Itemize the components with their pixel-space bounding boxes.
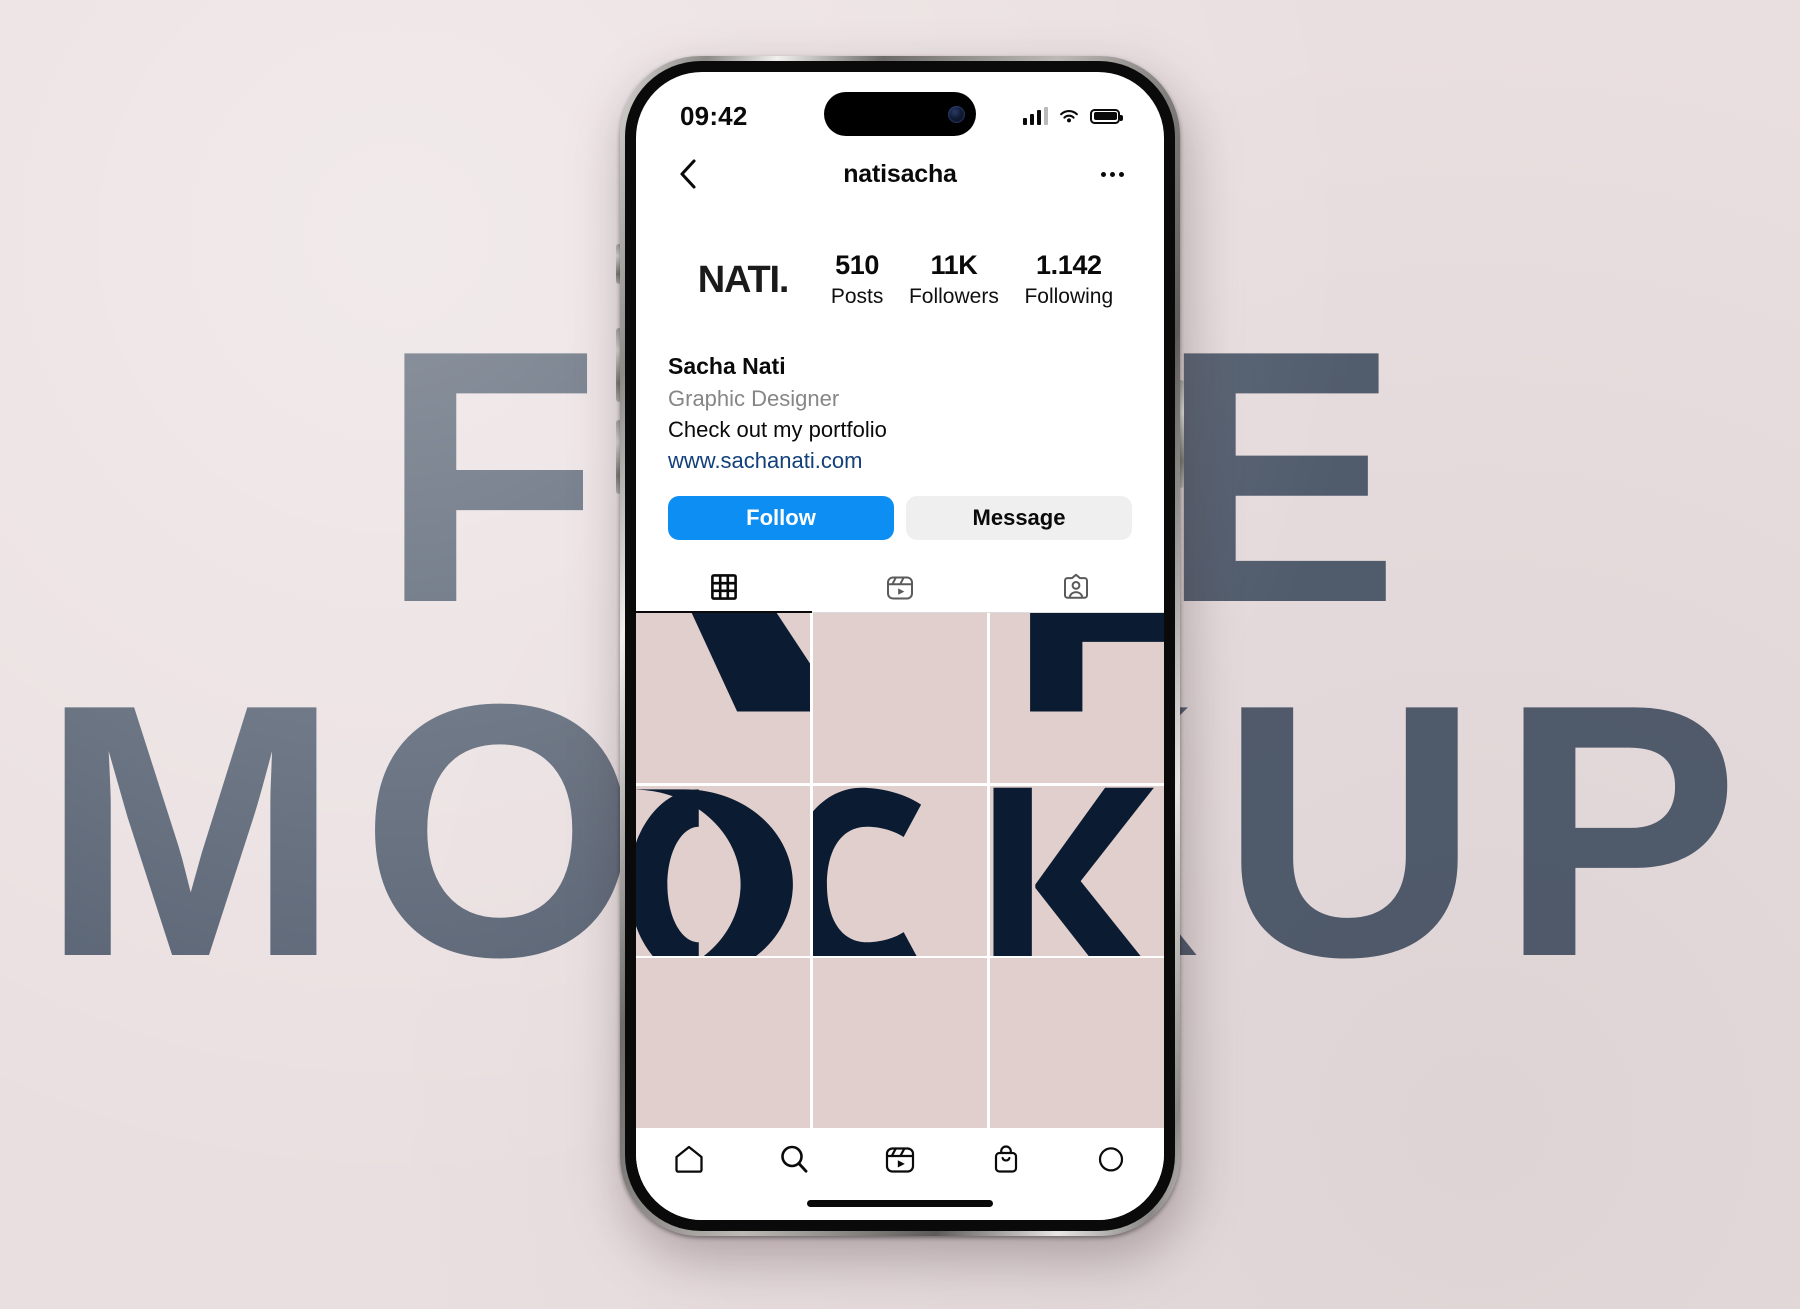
status-bar-time: 09:42 [680, 100, 748, 131]
stat-following-value: 1.142 [1036, 250, 1102, 281]
post-1[interactable] [636, 613, 811, 784]
profile-avatar-icon [1099, 1147, 1124, 1172]
nav-home[interactable] [636, 1142, 742, 1176]
stat-following-label: Following [1024, 285, 1114, 309]
stat-followers[interactable]: 11K Followers [909, 250, 999, 309]
chevron-left-icon [680, 159, 696, 189]
tab-reels[interactable] [812, 562, 988, 612]
post-9-artwork [990, 958, 1164, 1128]
post-5[interactable] [812, 785, 988, 956]
post-3-artwork [1029, 613, 1164, 712]
bio-description: Check out my portfolio [668, 416, 887, 442]
post-4-artwork [636, 789, 793, 956]
post-2[interactable] [812, 613, 988, 784]
app-bottom-navigation [636, 1128, 1164, 1220]
post-2-artwork [813, 613, 987, 783]
avatar[interactable]: NATI. [668, 228, 818, 332]
stat-posts-label: Posts [830, 285, 884, 309]
profile-bio: Sacha Nati Graphic Designer Check out my… [636, 332, 1164, 476]
post-7-artwork [636, 958, 810, 1128]
page-title: natisacha [843, 159, 957, 188]
post-6-artwork [993, 787, 1154, 956]
shopping-bag-icon [994, 1145, 1017, 1173]
post-5-artwork [812, 787, 921, 956]
follow-button[interactable]: Follow [668, 496, 894, 541]
profile-content-tabs [636, 562, 1164, 614]
bio-website-link[interactable]: www.sachanati.com [668, 445, 1132, 476]
message-button[interactable]: Message [906, 496, 1132, 541]
bio-category: Graphic Designer [668, 385, 840, 411]
post-4[interactable] [636, 785, 811, 956]
phone-screen: 09:42 natisacha NATI. 510 Posts 11K Foll… [636, 72, 1164, 1220]
reels-icon [885, 1147, 915, 1173]
post-grid [636, 613, 1164, 1128]
tagged-person-icon [1064, 574, 1088, 600]
front-camera-icon [948, 105, 965, 123]
nav-shop[interactable] [953, 1142, 1059, 1176]
wifi-icon [1060, 110, 1078, 123]
cellular-bars-icon [1022, 107, 1048, 125]
status-bar: 09:42 [636, 72, 1164, 146]
phone-bezel: 09:42 natisacha NATI. 510 Posts 11K Foll… [625, 61, 1175, 1231]
profile-header: NATI. 510 Posts 11K Followers 1.142 Foll… [636, 202, 1164, 332]
post-6[interactable] [989, 785, 1164, 956]
tab-tagged[interactable] [988, 562, 1164, 612]
post-9[interactable] [989, 958, 1164, 1128]
tab-grid[interactable] [636, 562, 812, 614]
status-bar-indicators [1022, 107, 1123, 125]
back-button[interactable] [668, 154, 708, 194]
stat-posts-value: 510 [835, 250, 879, 281]
bio-display-name: Sacha Nati [668, 353, 786, 379]
ellipsis-icon [1100, 171, 1106, 177]
home-icon [675, 1145, 703, 1173]
post-7[interactable] [636, 958, 811, 1128]
post-1-artwork [691, 613, 811, 712]
stat-followers-label: Followers [908, 285, 999, 309]
stat-following[interactable]: 1.142 Following [1024, 250, 1113, 309]
avatar-logo-text: NATI. [697, 258, 790, 301]
nav-search[interactable] [742, 1142, 848, 1176]
reels-icon [887, 576, 913, 600]
home-indicator [807, 1200, 993, 1207]
more-options-button[interactable] [1092, 154, 1132, 194]
post-8-artwork [813, 958, 987, 1128]
stat-followers-value: 11K [930, 250, 978, 281]
stat-posts[interactable]: 510 Posts [831, 250, 884, 309]
nav-reels[interactable] [847, 1142, 953, 1176]
nav-profile[interactable] [1058, 1142, 1164, 1176]
profile-actions: Follow Message [636, 476, 1164, 541]
grid-icon [711, 574, 737, 601]
battery-full-icon [1090, 108, 1123, 124]
post-8[interactable] [812, 958, 988, 1128]
post-3[interactable] [989, 613, 1164, 784]
search-icon [781, 1145, 808, 1173]
phone-device: 09:42 natisacha NATI. 510 Posts 11K Foll… [620, 56, 1180, 1236]
app-navbar: natisacha [636, 146, 1164, 202]
profile-stats: 510 Posts 11K Followers 1.142 Following [818, 250, 1132, 309]
dynamic-island [824, 92, 976, 136]
